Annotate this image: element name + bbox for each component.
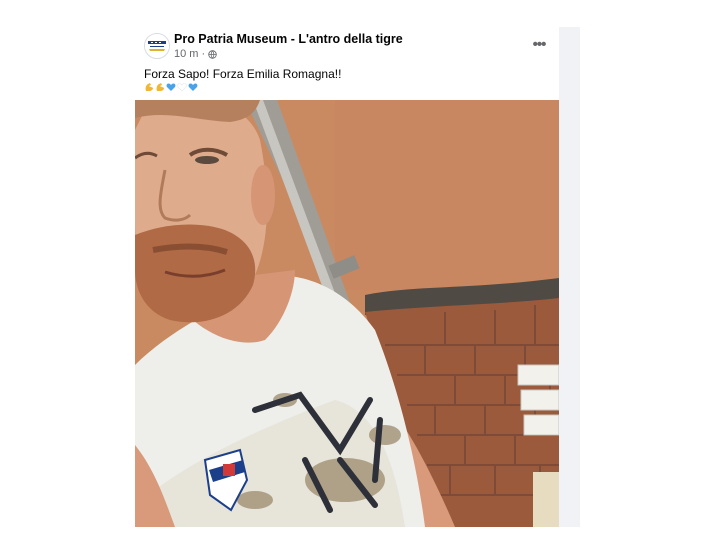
blue-heart-icon <box>166 83 176 91</box>
post-photo[interactable] <box>135 100 559 527</box>
flexed-biceps-icon <box>156 83 164 91</box>
white-heart-icon <box>177 83 187 92</box>
more-options-icon[interactable]: ••• <box>528 36 550 53</box>
pro-patria-logo-icon <box>145 34 169 58</box>
post-text: Forza Sapo! Forza Emilia Romagna!! <box>144 67 342 81</box>
meta-separator: · <box>201 48 206 60</box>
blue-heart-icon <box>188 83 198 91</box>
post-emojis <box>144 82 198 92</box>
feed-background-strip <box>559 27 580 527</box>
flexed-biceps-icon <box>145 83 153 91</box>
page-name-link[interactable]: Pro Patria Museum - L'antro della tigre <box>174 32 403 46</box>
post-meta: 10 m · <box>174 48 217 60</box>
facebook-post: Pro Patria Museum - L'antro della tigre … <box>135 27 559 527</box>
page-avatar[interactable] <box>144 33 170 59</box>
globe-icon <box>208 49 217 59</box>
post-timestamp[interactable]: 10 m <box>174 48 198 60</box>
